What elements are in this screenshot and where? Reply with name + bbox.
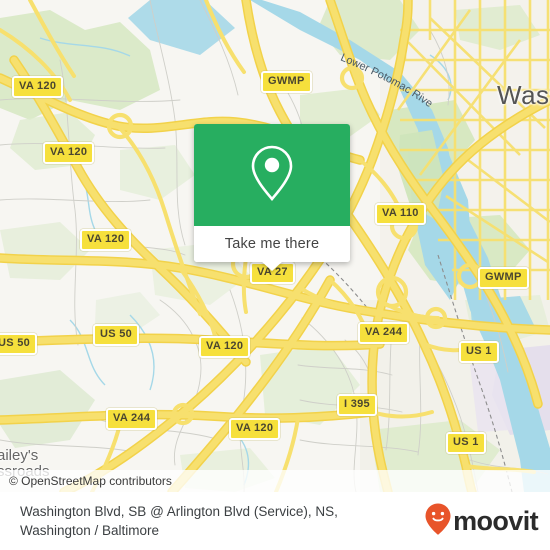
footer-bar: Washington Blvd, SB @ Arlington Blvd (Se… — [0, 492, 550, 550]
osm-attribution-text[interactable]: © OpenStreetMap contributors — [0, 474, 172, 488]
moovit-station-map-screen: .rd { fill:none; stroke:#f7e06e; stroke-… — [0, 0, 550, 550]
route-shield-va120-c[interactable]: VA 120 — [80, 229, 132, 251]
route-shield-gwmp-b[interactable]: GWMP — [478, 267, 529, 289]
route-shield-va110[interactable]: VA 110 — [375, 203, 426, 225]
moovit-logo[interactable]: moovit — [425, 503, 550, 540]
river-label-text: Lower Potomac River — [336, 43, 435, 110]
route-shield-us1-a[interactable]: US 1 — [459, 341, 499, 363]
station-region: Washington / Baltimore — [20, 523, 160, 538]
route-shield-us50-a[interactable]: US 50 — [93, 324, 140, 346]
popup-hero-banner — [194, 124, 350, 226]
svg-text:Lower Potomac River: Lower Potomac River — [338, 52, 435, 110]
moovit-pin-icon — [425, 503, 451, 540]
route-shield-gwmp-a[interactable]: GWMP — [261, 71, 312, 93]
route-shield-va120-e[interactable]: VA 120 — [229, 418, 281, 440]
popup-pointer-tail — [261, 261, 283, 271]
map-pin-icon — [249, 144, 295, 207]
station-info: Washington Blvd, SB @ Arlington Blvd (Se… — [0, 502, 425, 540]
route-shield-us1-b[interactable]: US 1 — [446, 432, 486, 454]
osm-attribution-bar: © OpenStreetMap contributors — [0, 470, 550, 492]
route-shield-va244-b[interactable]: VA 244 — [358, 322, 410, 344]
route-shield-va120-b[interactable]: VA 120 — [43, 142, 95, 164]
station-popup-card[interactable]: Take me there — [194, 124, 350, 271]
route-shield-va120-d[interactable]: VA 120 — [199, 336, 251, 358]
river-label: Lower Potomac River — [336, 43, 478, 112]
route-shield-va120-a[interactable]: VA 120 — [12, 76, 64, 98]
route-shield-va244-a[interactable]: VA 244 — [106, 408, 158, 430]
map-canvas[interactable]: .rd { fill:none; stroke:#f7e06e; stroke-… — [0, 0, 550, 492]
station-title: Washington Blvd, SB @ Arlington Blvd (Se… — [20, 503, 338, 519]
take-me-there-label: Take me there — [224, 236, 320, 252]
moovit-wordmark: moovit — [453, 505, 539, 536]
route-shield-i395[interactable]: I 395 — [337, 394, 377, 416]
take-me-there-button[interactable]: Take me there — [194, 226, 350, 262]
route-shield-us50-b[interactable]: US 50 — [0, 333, 38, 355]
